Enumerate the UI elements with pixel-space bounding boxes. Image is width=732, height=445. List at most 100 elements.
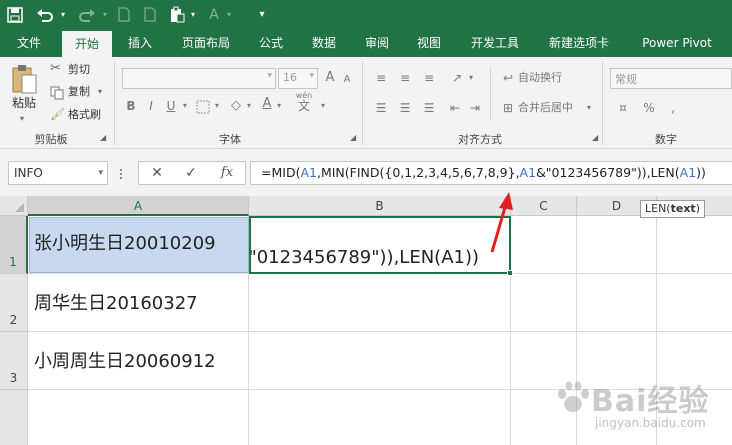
enter-icon[interactable]: ✓ bbox=[177, 162, 205, 184]
font-color-icon[interactable]: A bbox=[206, 4, 222, 26]
align-top-icon[interactable]: ≡ bbox=[372, 69, 390, 87]
underline-button[interactable]: U bbox=[164, 97, 178, 115]
paste-dropdown-icon[interactable]: ▾ bbox=[188, 4, 198, 26]
tab-power-pivot[interactable]: Power Pivot bbox=[628, 30, 726, 57]
insert-function-icon[interactable]: fx bbox=[213, 162, 241, 184]
merge-center-icon[interactable]: ⊞ bbox=[500, 99, 516, 117]
align-center-icon[interactable]: ☰ bbox=[396, 99, 414, 117]
tab-file[interactable]: 文件 bbox=[6, 30, 52, 57]
chevron-down-icon[interactable]: ▾ bbox=[584, 99, 594, 117]
clipboard-launcher-icon[interactable]: ◢ bbox=[100, 133, 106, 142]
copy-dropdown-icon[interactable]: ▾ bbox=[98, 84, 102, 100]
percent-icon[interactable]: % bbox=[640, 99, 658, 117]
column-header-c[interactable]: C bbox=[511, 196, 577, 216]
cell-a2[interactable]: 周华生日20160327 bbox=[34, 292, 198, 316]
fill-color-icon[interactable]: ◇ bbox=[228, 97, 244, 115]
open-file-icon[interactable] bbox=[140, 4, 160, 26]
merge-center-button[interactable]: 合并后居中 bbox=[518, 100, 573, 116]
wrap-text-icon[interactable]: ↩ bbox=[500, 69, 516, 87]
alignment-launcher-icon[interactable]: ◢ bbox=[592, 133, 598, 142]
group-separator bbox=[362, 61, 363, 145]
formula-part: ,MIN(FIND({0,1,2,3,4,5,6,7,8,9}, bbox=[316, 165, 520, 180]
paste-icon[interactable] bbox=[166, 4, 188, 26]
font-name-combobox[interactable]: ▾ bbox=[122, 68, 276, 89]
name-box-splitter[interactable] bbox=[118, 163, 124, 183]
decrease-indent-icon[interactable]: ⇤ bbox=[446, 99, 464, 117]
chevron-down-icon[interactable]: ▾ bbox=[180, 97, 190, 115]
undo-icon[interactable] bbox=[34, 4, 56, 26]
chevron-down-icon[interactable]: ▾ bbox=[466, 69, 476, 87]
row-header-4[interactable]: 4 bbox=[0, 390, 28, 445]
undo-dropdown-icon[interactable]: ▾ bbox=[58, 4, 68, 26]
grow-font-button[interactable]: A bbox=[322, 69, 338, 87]
align-right-icon[interactable]: ☰ bbox=[420, 99, 438, 117]
number-format-value: 常规 bbox=[615, 73, 637, 86]
number-group-label: 数字 bbox=[655, 133, 677, 146]
column-header-a[interactable]: A bbox=[28, 196, 249, 216]
bold-button[interactable]: B bbox=[124, 97, 138, 115]
paste-dropdown-icon[interactable]: ▾ bbox=[20, 111, 24, 127]
paste-button[interactable]: 粘贴 bbox=[12, 95, 36, 111]
new-file-icon[interactable] bbox=[114, 4, 134, 26]
number-format-combobox[interactable]: 常规 bbox=[610, 68, 732, 89]
font-launcher-icon[interactable]: ◢ bbox=[350, 133, 356, 142]
orientation-icon[interactable]: ↗ bbox=[448, 69, 466, 87]
copy-button[interactable]: 复制 bbox=[68, 84, 90, 100]
formula-buttons: ✕ ✓ fx bbox=[138, 161, 246, 185]
chevron-down-icon[interactable]: ▾ bbox=[98, 162, 103, 184]
italic-button[interactable]: I bbox=[144, 97, 158, 115]
formula-input[interactable]: =MID(A1,MIN(FIND({0,1,2,3,4,5,6,7,8,9},A… bbox=[250, 161, 732, 185]
paste-icon[interactable] bbox=[10, 63, 38, 95]
comma-style-icon[interactable]: , bbox=[664, 99, 682, 117]
tab-data[interactable]: 数据 bbox=[302, 30, 346, 57]
format-painter-button[interactable]: 格式刷 bbox=[68, 107, 101, 123]
phonetic-guide-icon[interactable]: wén 文 bbox=[292, 91, 316, 113]
tab-home[interactable]: 开始 bbox=[62, 31, 112, 57]
function-tooltip[interactable]: LEN(text) bbox=[640, 200, 705, 218]
quick-access-toolbar: ▾ ▾ ▾ A ▾ ▾ bbox=[0, 0, 732, 30]
row-header-2[interactable]: 2 bbox=[0, 274, 28, 332]
fill-handle[interactable] bbox=[507, 270, 513, 276]
tab-insert[interactable]: 插入 bbox=[118, 30, 162, 57]
tab-formulas[interactable]: 公式 bbox=[250, 30, 292, 57]
cut-button[interactable]: 剪切 bbox=[68, 62, 90, 78]
row-header-1[interactable]: 1 bbox=[0, 216, 28, 274]
font-color-dropdown-icon[interactable]: ▾ bbox=[224, 4, 234, 26]
formula-part: )) bbox=[696, 165, 706, 180]
currency-icon[interactable]: ¤ bbox=[614, 99, 632, 117]
align-middle-icon[interactable]: ≡ bbox=[396, 69, 414, 87]
column-header-b[interactable]: B bbox=[249, 196, 511, 216]
align-bottom-icon[interactable]: ≡ bbox=[420, 69, 438, 87]
font-size-combobox[interactable]: 16 ▾ bbox=[278, 68, 318, 89]
chevron-down-icon[interactable]: ▾ bbox=[274, 97, 284, 115]
cancel-icon[interactable]: ✕ bbox=[143, 162, 171, 184]
row-header-3[interactable]: 3 bbox=[0, 332, 28, 390]
select-all-button[interactable] bbox=[0, 196, 28, 216]
wrap-text-button[interactable]: 自动换行 bbox=[518, 70, 562, 86]
redo-dropdown-icon[interactable]: ▾ bbox=[100, 4, 110, 26]
name-box[interactable]: INFO ▾ bbox=[8, 161, 108, 185]
chevron-down-icon[interactable]: ▾ bbox=[244, 97, 254, 115]
chevron-down-icon[interactable]: ▾ bbox=[318, 97, 328, 115]
customize-qat-icon[interactable]: ▾ bbox=[254, 4, 270, 26]
font-color-icon[interactable]: A bbox=[260, 95, 274, 113]
group-separator bbox=[490, 67, 491, 121]
cell-a1[interactable]: 张小明生日20010209 bbox=[34, 232, 216, 256]
increase-indent-icon[interactable]: ⇥ bbox=[466, 99, 484, 117]
chevron-down-icon[interactable]: ▾ bbox=[212, 97, 222, 115]
shrink-font-button[interactable]: A bbox=[340, 71, 354, 89]
tab-developer[interactable]: 开发工具 bbox=[462, 30, 528, 57]
border-icon[interactable] bbox=[196, 99, 210, 114]
formula-ref-current: A1 bbox=[519, 165, 537, 180]
redo-icon[interactable] bbox=[76, 4, 98, 26]
save-icon[interactable] bbox=[4, 4, 26, 26]
tab-review[interactable]: 审阅 bbox=[354, 30, 400, 57]
chevron-down-icon[interactable]: ▾ bbox=[267, 71, 272, 81]
align-left-icon[interactable]: ☰ bbox=[372, 99, 390, 117]
cell-a3[interactable]: 小周周生日20060912 bbox=[34, 350, 216, 374]
chevron-down-icon[interactable]: ▾ bbox=[309, 71, 314, 81]
tab-page-layout[interactable]: 页面布局 bbox=[172, 30, 240, 57]
cell-b1-editing[interactable]: "0123456789")),LEN(A1)) bbox=[249, 216, 511, 274]
tab-new[interactable]: 新建选项卡 bbox=[540, 30, 618, 57]
tab-view[interactable]: 视图 bbox=[406, 30, 452, 57]
